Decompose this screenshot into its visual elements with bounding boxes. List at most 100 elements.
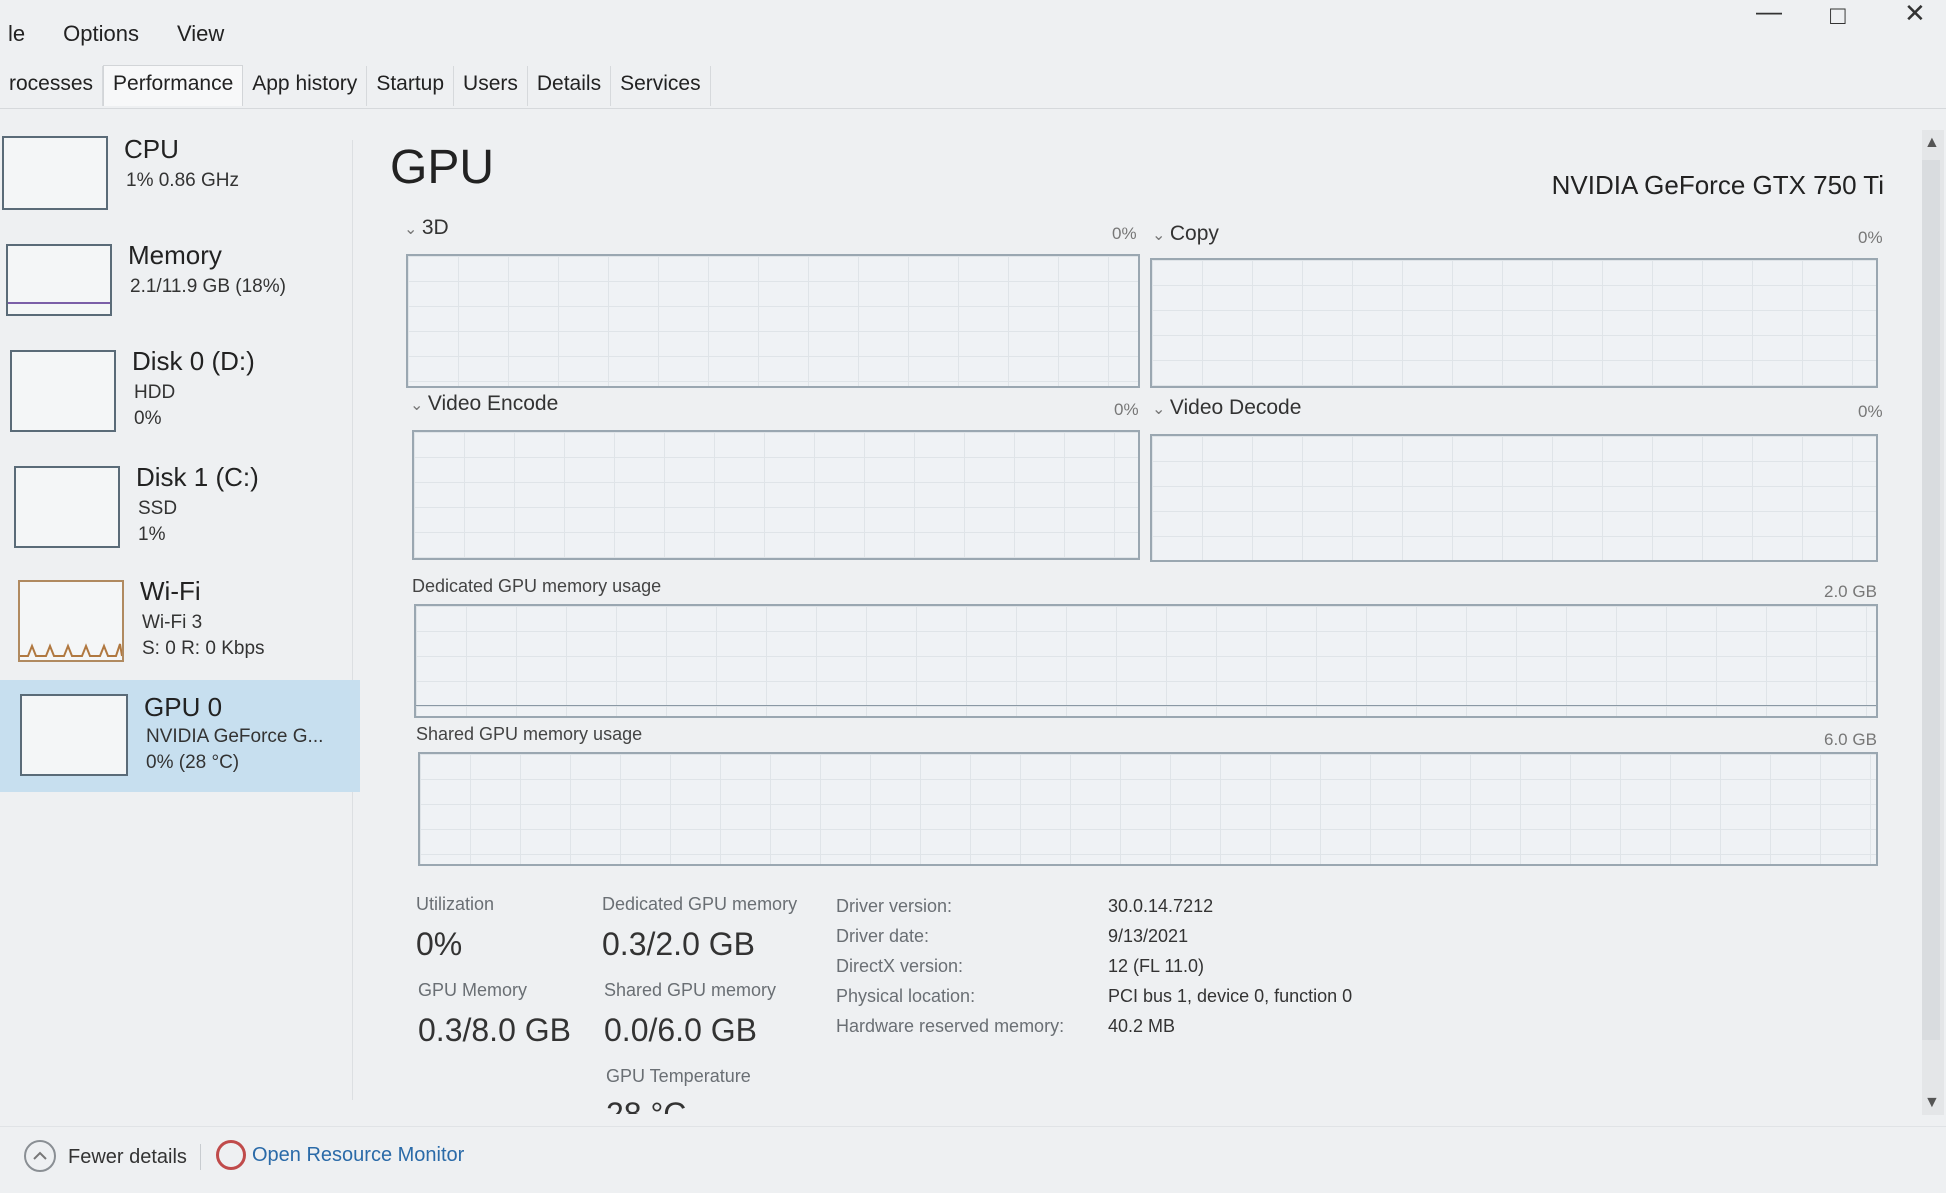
shared-memory-stat-value: 0.0/6.0 GB <box>604 1012 757 1048</box>
fewer-details-button[interactable]: Fewer details <box>68 1146 187 1169</box>
page-title: GPU <box>390 141 495 194</box>
wifi-mini-graph <box>18 580 124 662</box>
sidebar-item-usage: 0% <box>134 408 162 429</box>
tab-services[interactable]: Services <box>611 66 711 106</box>
chevron-up-circle-icon[interactable] <box>24 1140 56 1172</box>
sidebar-item-detail: 2.1/11.9 GB (18%) <box>130 276 286 297</box>
utilization-label: Utilization <box>416 894 495 914</box>
directx-version-value: 12 (FL 11.0) <box>1108 956 1205 976</box>
engine-3d-header[interactable]: ⌄ 3D <box>404 216 449 240</box>
utilization-value: 0% <box>416 926 463 962</box>
engine-copy-graph <box>1150 258 1878 388</box>
footer-separator <box>200 1144 201 1170</box>
sidebar-item-gpu0[interactable]: GPU 0 NVIDIA GeForce G... 0% (28 °C) <box>0 680 360 792</box>
hardware-reserved-value: 40.2 MB <box>1108 1016 1176 1036</box>
driver-date-value: 9/13/2021 <box>1108 926 1189 946</box>
footer-divider <box>0 1126 1946 1127</box>
wifi-activity-spikes <box>20 643 122 657</box>
hardware-reserved-key: Hardware reserved memory: <box>836 1016 1065 1036</box>
gpu-memory-label: GPU Memory <box>418 980 528 1000</box>
engine-video-encode-graph <box>412 430 1140 560</box>
engine-video-encode-percent: 0% <box>1114 400 1139 419</box>
sidebar-item-throughput: S: 0 R: 0 Kbps <box>142 638 265 659</box>
engine-video-decode-header[interactable]: ⌄ Video Decode <box>1152 396 1301 420</box>
sidebar-item-usage: 0% (28 °C) <box>146 752 240 773</box>
gpu-temperature-clip: 28 °C <box>606 1096 726 1114</box>
sidebar-item-detail: 1% 0.86 GHz <box>126 170 239 191</box>
sidebar-item-disk1[interactable]: Disk 1 (C:) SSD 1% <box>0 456 360 566</box>
sidebar-item-detail: SSD <box>138 498 178 519</box>
sidebar-item-cpu[interactable]: CPU 1% 0.86 GHz <box>0 126 360 236</box>
open-resource-monitor-link[interactable]: Open Resource Monitor <box>252 1144 464 1167</box>
gpu-device-name: NVIDIA GeForce GTX 750 Ti <box>1551 170 1884 200</box>
menu-view[interactable]: View <box>177 21 224 47</box>
chevron-down-icon: ⌄ <box>404 221 418 238</box>
dedicated-memory-fill-line <box>416 705 1876 706</box>
chevron-down-icon: ⌄ <box>1152 401 1166 418</box>
tab-bar: rocesses Performance App history Startup… <box>0 58 711 106</box>
sidebar-item-detail: Wi-Fi 3 <box>142 612 203 633</box>
physical-location-key: Physical location: <box>836 986 976 1006</box>
memory-mini-graph <box>6 244 112 316</box>
window-controls: — □ ✕ <box>1740 0 1940 30</box>
close-icon[interactable]: ✕ <box>1904 0 1926 29</box>
resource-monitor-icon[interactable] <box>216 1140 246 1170</box>
engine-copy-header[interactable]: ⌄ Copy <box>1152 222 1219 246</box>
disk0-mini-graph <box>10 350 116 432</box>
sidebar-item-usage: 1% <box>138 524 166 545</box>
engine-3d-percent: 0% <box>1112 224 1137 243</box>
tab-users[interactable]: Users <box>454 66 528 106</box>
shared-memory-label: Shared GPU memory usage <box>416 724 643 744</box>
engine-video-decode-percent: 0% <box>1858 402 1883 421</box>
tab-processes[interactable]: rocesses <box>0 66 104 106</box>
dedicated-memory-max: 2.0 GB <box>1824 582 1877 601</box>
gpu-memory-value: 0.3/8.0 GB <box>418 1012 571 1048</box>
driver-date-key: Driver date: <box>836 926 930 946</box>
dedicated-memory-stat-value: 0.3/2.0 GB <box>602 926 755 962</box>
sidebar-item-name: Wi-Fi <box>140 576 201 606</box>
engine-copy-label: Copy <box>1169 222 1219 245</box>
sidebar-item-name: Disk 0 (D:) <box>132 346 255 376</box>
sidebar-item-name: Memory <box>128 240 222 270</box>
footer: Fewer details Open Resource Monitor <box>0 1138 1946 1178</box>
driver-version-key: Driver version: <box>836 896 953 916</box>
tab-app-history[interactable]: App history <box>243 66 368 106</box>
driver-version-value: 30.0.14.7212 <box>1108 896 1214 916</box>
engine-video-decode-graph <box>1150 434 1878 562</box>
shared-memory-graph <box>418 752 1878 866</box>
tab-divider <box>0 108 1946 109</box>
engine-video-encode-header[interactable]: ⌄ Video Encode <box>410 392 558 416</box>
tab-performance[interactable]: Performance <box>103 65 244 106</box>
sidebar-item-detail: NVIDIA GeForce G... <box>146 726 324 747</box>
dedicated-memory-graph <box>414 604 1878 718</box>
engine-video-encode-label: Video Encode <box>427 392 559 415</box>
menu-file[interactable]: le <box>8 21 25 47</box>
maximize-icon[interactable]: □ <box>1830 0 1846 31</box>
chevron-down-icon: ⌄ <box>1152 227 1166 244</box>
sidebar-item-name: CPU <box>124 134 179 164</box>
scroll-up-icon[interactable]: ▲ <box>1924 134 1940 152</box>
tab-details[interactable]: Details <box>528 66 612 106</box>
engine-3d-graph <box>406 254 1140 388</box>
sidebar-item-memory[interactable]: Memory 2.1/11.9 GB (18%) <box>0 232 360 342</box>
minimize-icon[interactable]: — <box>1756 0 1782 27</box>
disk1-mini-graph <box>14 466 120 548</box>
engine-video-decode-label: Video Decode <box>1169 396 1302 419</box>
gpu-temperature-label: GPU Temperature <box>606 1066 751 1086</box>
sidebar-item-name: Disk 1 (C:) <box>136 462 259 492</box>
shared-memory-stat-label: Shared GPU memory <box>604 980 777 1000</box>
chevron-down-icon: ⌄ <box>410 397 424 414</box>
scrollbar-thumb[interactable] <box>1922 160 1940 1040</box>
menu-options[interactable]: Options <box>63 21 139 47</box>
scroll-down-icon[interactable]: ▼ <box>1924 1094 1940 1112</box>
gpu-temperature-value: 28 °C <box>606 1096 687 1114</box>
directx-version-key: DirectX version: <box>836 956 964 976</box>
engine-copy-percent: 0% <box>1858 228 1883 247</box>
cpu-mini-graph <box>2 136 108 210</box>
shared-memory-max: 6.0 GB <box>1824 730 1877 749</box>
engine-3d-label: 3D <box>421 216 449 239</box>
sidebar-item-wifi[interactable]: Wi-Fi Wi-Fi 3 S: 0 R: 0 Kbps <box>0 572 360 682</box>
sidebar-item-disk0[interactable]: Disk 0 (D:) HDD 0% <box>0 340 360 450</box>
tab-startup[interactable]: Startup <box>367 66 455 106</box>
sidebar-item-name: GPU 0 <box>144 692 223 722</box>
